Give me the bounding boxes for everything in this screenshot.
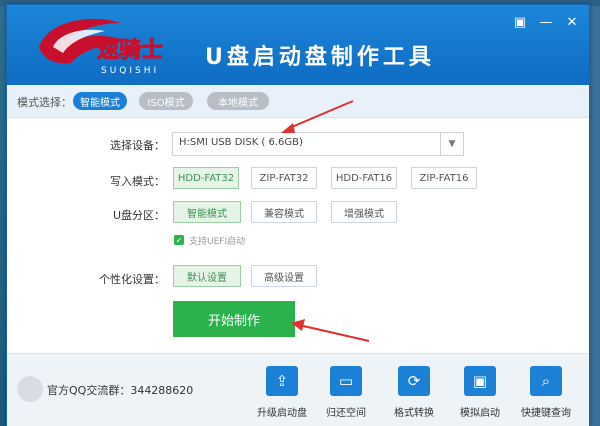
tool-label: 格式转换 [394, 408, 434, 419]
simulate-boot-button[interactable]: ▣ 模拟启动 [447, 366, 513, 422]
partition-label: U盘分区： [112, 209, 165, 222]
format-convert-button[interactable]: ⟳ 格式转换 [381, 366, 447, 422]
brand-logo-icon: 速骑士 SUQISHI [39, 18, 164, 76]
write-option-zip-fat16[interactable]: ZIP-FAT16 [411, 167, 477, 189]
device-label: 选择设备： [110, 139, 165, 152]
brand-subtext: SUQISHI [101, 66, 159, 76]
window-controls: ▣ — ✕ [511, 13, 581, 31]
footer-bar: 官方QQ交流群：344288620 ⇪ 升级启动盘 ▭ 归还空间 ⟳ 格式转换 … [7, 353, 589, 426]
mode-label: 模式选择： [17, 96, 72, 109]
convert-icon: ⟳ [398, 366, 430, 396]
search-icon: ⌕ [530, 366, 562, 396]
partition-option-enhanced[interactable]: 增强模式 [331, 201, 397, 223]
uefi-label: 支持UEFI启动 [189, 237, 246, 247]
tool-label: 快捷键查询 [521, 408, 571, 419]
disk-icon: ▭ [330, 366, 362, 396]
app-window: 速骑士 SUQISHI U盘启动盘制作工具 ▣ — ✕ 模式选择： 智能模式 I… [6, 4, 590, 426]
personal-settings-label: 个性化设置： [99, 273, 165, 286]
annotation-arrow-device [281, 100, 354, 133]
uefi-checkbox[interactable]: ✓ [174, 235, 184, 245]
device-value: H:SMI USB DISK ( 6.6GB) [179, 137, 303, 148]
start-making-button[interactable]: 开始制作 [173, 301, 295, 337]
app-title: U盘启动盘制作工具 [205, 45, 435, 70]
write-option-hdd-fat16[interactable]: HDD-FAT16 [331, 167, 397, 189]
upgrade-bootdisk-button[interactable]: ⇪ 升级启动盘 [249, 366, 315, 422]
upgrade-icon: ⇪ [266, 366, 298, 396]
qq-group-text: 官方QQ交流群：344288620 [47, 384, 194, 397]
default-settings-button[interactable]: 默认设置 [173, 265, 241, 287]
partition-option-smart[interactable]: 智能模式 [173, 201, 241, 223]
brand-text: 速骑士 [97, 37, 163, 63]
tab-local-mode[interactable]: 本地模式 [207, 92, 269, 110]
tool-label: 升级启动盘 [257, 408, 307, 419]
hotkey-lookup-button[interactable]: ⌕ 快捷键查询 [513, 366, 579, 422]
tool-label: 归还空间 [326, 408, 366, 419]
menu-icon[interactable]: ▣ [511, 13, 529, 31]
restore-space-button[interactable]: ▭ 归还空间 [313, 366, 379, 422]
advanced-settings-button[interactable]: 高级设置 [251, 265, 317, 287]
tab-smart-mode[interactable]: 智能模式 [73, 92, 127, 110]
monitor-icon: ▣ [464, 366, 496, 396]
write-option-hdd-fat32[interactable]: HDD-FAT32 [173, 167, 239, 189]
tab-iso-mode[interactable]: ISO模式 [139, 92, 193, 110]
partition-option-compatible[interactable]: 兼容模式 [251, 201, 317, 223]
minimize-icon[interactable]: — [537, 13, 555, 31]
tool-label: 模拟启动 [460, 408, 500, 419]
write-mode-label: 写入模式： [110, 175, 165, 188]
window-header: 速骑士 SUQISHI U盘启动盘制作工具 ▣ — ✕ [7, 5, 589, 85]
close-icon[interactable]: ✕ [563, 13, 581, 31]
write-option-zip-fat32[interactable]: ZIP-FAT32 [251, 167, 317, 189]
qq-avatar-icon [17, 376, 43, 402]
annotation-arrow-start [291, 319, 370, 342]
chevron-down-icon[interactable]: ▼ [440, 133, 463, 155]
